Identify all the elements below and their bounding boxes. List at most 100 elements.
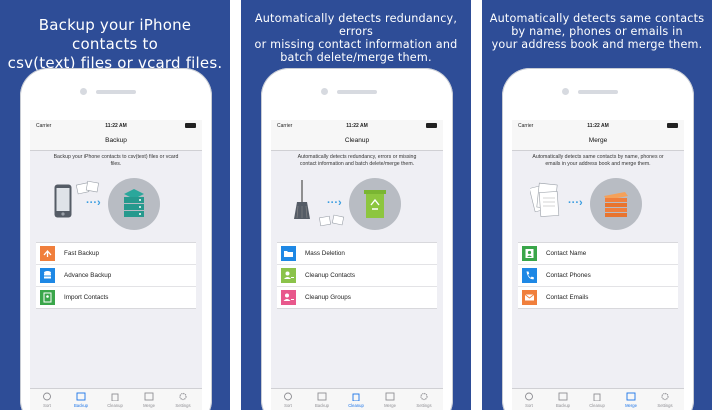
tab-backup[interactable]: Backup xyxy=(546,392,580,408)
tab-cleanup[interactable]: Cleanup xyxy=(339,392,373,408)
merge-icon xyxy=(384,392,396,401)
nav-title: Backup xyxy=(30,131,202,151)
menu-item-contact-phones[interactable]: Contact Phones xyxy=(518,265,678,287)
screen-description: Automatically detects same contacts by n… xyxy=(532,154,664,167)
folder-icon xyxy=(281,246,296,261)
phone-mockup: Carrier 11:22 AM Merge Automatically det… xyxy=(502,68,694,410)
camera-dot xyxy=(80,88,87,95)
tab-bar: Sort Backup Cleanup Merge Settings xyxy=(30,388,202,410)
menu-item-label: Advance Backup xyxy=(64,272,112,279)
contact-clean-icon xyxy=(281,268,296,283)
tab-backup[interactable]: Backup xyxy=(305,392,339,408)
sort-icon xyxy=(41,392,53,401)
backup-tab-icon xyxy=(316,392,328,401)
sort-icon xyxy=(523,392,535,401)
phone-handset-icon xyxy=(522,268,537,283)
gear-icon xyxy=(659,392,671,401)
panel-backup: Backup your iPhone contacts to csv(text)… xyxy=(0,0,230,410)
camera-dot xyxy=(321,88,328,95)
arrow-icon: ···› xyxy=(86,197,101,209)
recycle-bin-icon xyxy=(364,190,386,218)
panel-caption: Automatically detects redundancy, errors… xyxy=(254,12,458,64)
gear-icon xyxy=(418,392,430,401)
tab-merge[interactable]: Merge xyxy=(614,392,648,408)
menu-item-label: Contact Name xyxy=(546,250,587,257)
group-icon xyxy=(281,290,296,305)
tab-merge[interactable]: Merge xyxy=(373,392,407,408)
database-icon xyxy=(40,268,55,283)
status-time: 11:22 AM xyxy=(346,123,368,129)
tab-sort[interactable]: Sort xyxy=(30,392,64,408)
stack-icon xyxy=(604,192,628,217)
nav-title: Cleanup xyxy=(271,131,443,151)
panel-caption: Backup your iPhone contacts to csv(text)… xyxy=(7,16,223,72)
tab-settings[interactable]: Settings xyxy=(166,392,200,408)
menu-item-import-contacts[interactable]: Import Contacts xyxy=(36,287,196,308)
menu-item-cleanup-contacts[interactable]: Cleanup Contacts xyxy=(277,265,437,287)
backup-tab-icon xyxy=(557,392,569,401)
battery-icon xyxy=(426,123,437,128)
person-icon xyxy=(522,246,537,261)
backup-illustration: ···› xyxy=(30,172,202,234)
status-bar: Carrier 11:22 AM xyxy=(30,120,202,131)
menu-item-label: Cleanup Contacts xyxy=(305,272,356,279)
screen-description: Automatically detects redundancy, errors… xyxy=(297,154,417,167)
backup-icon xyxy=(40,246,55,261)
tab-settings[interactable]: Settings xyxy=(648,392,682,408)
tab-settings[interactable]: Settings xyxy=(407,392,441,408)
tab-bar: Sort Backup Cleanup Merge Settings xyxy=(271,388,443,410)
tab-merge[interactable]: Merge xyxy=(132,392,166,408)
app-screen: Carrier 11:22 AM Cleanup Automatically d… xyxy=(271,120,443,410)
file-icons xyxy=(319,214,345,227)
menu-item-label: Contact Emails xyxy=(546,294,589,301)
menu-item-contact-name[interactable]: Contact Name xyxy=(518,243,678,265)
tab-cleanup[interactable]: Cleanup xyxy=(98,392,132,408)
file-icons xyxy=(76,180,99,195)
menu-item-label: Fast Backup xyxy=(64,250,99,257)
arrow-icon: ···› xyxy=(568,197,583,209)
phone-mockup: Carrier 11:22 AM Cleanup Automatically d… xyxy=(261,68,453,410)
status-time: 11:22 AM xyxy=(587,123,609,129)
speaker-slot xyxy=(96,90,136,94)
speaker-slot xyxy=(337,90,377,94)
feature-menu: Fast Backup Advance Backup Import Contac… xyxy=(36,242,196,309)
merge-icon xyxy=(625,392,637,401)
phone-mockup: Carrier 11:22 AM Backup Backup your iPho… xyxy=(20,68,212,410)
merge-icon xyxy=(143,392,155,401)
menu-item-cleanup-groups[interactable]: Cleanup Groups xyxy=(277,287,437,308)
tab-cleanup[interactable]: Cleanup xyxy=(580,392,614,408)
tab-backup[interactable]: Backup xyxy=(64,392,98,408)
documents-icon xyxy=(530,182,560,217)
menu-item-label: Cleanup Groups xyxy=(305,294,351,301)
tab-sort[interactable]: Sort xyxy=(271,392,305,408)
battery-icon xyxy=(667,123,678,128)
menu-item-mass-deletion[interactable]: Mass Deletion xyxy=(277,243,437,265)
battery-icon xyxy=(185,123,196,128)
trash-icon xyxy=(109,392,121,402)
merge-illustration: ···› xyxy=(512,172,684,234)
gear-icon xyxy=(177,392,189,401)
menu-item-fast-backup[interactable]: Fast Backup xyxy=(36,243,196,265)
tab-sort[interactable]: Sort xyxy=(512,392,546,408)
panel-caption: Automatically detects same contacts by n… xyxy=(489,12,705,51)
trash-icon xyxy=(591,392,603,402)
camera-dot xyxy=(562,88,569,95)
arrow-icon: ···› xyxy=(327,197,342,209)
broom-icon xyxy=(294,180,310,219)
app-screen: Carrier 11:22 AM Merge Automatically det… xyxy=(512,120,684,410)
panel-cleanup: Automatically detects redundancy, errors… xyxy=(241,0,471,410)
trash-icon xyxy=(350,392,362,402)
nav-title: Merge xyxy=(512,131,684,151)
menu-item-advance-backup[interactable]: Advance Backup xyxy=(36,265,196,287)
import-icon xyxy=(40,290,55,305)
feature-menu: Mass Deletion Cleanup Contacts Cleanup G… xyxy=(277,242,437,309)
menu-item-label: Import Contacts xyxy=(64,294,109,301)
app-screen: Carrier 11:22 AM Backup Backup your iPho… xyxy=(30,120,202,410)
tab-bar: Sort Backup Cleanup Merge Settings xyxy=(512,388,684,410)
feature-menu: Contact Name Contact Phones Contact Emai… xyxy=(518,242,678,309)
server-icon xyxy=(124,189,144,217)
sort-icon xyxy=(282,392,294,401)
menu-item-contact-emails[interactable]: Contact Emails xyxy=(518,287,678,308)
status-time: 11:22 AM xyxy=(105,123,127,129)
cleanup-illustration: ···› xyxy=(271,172,443,234)
